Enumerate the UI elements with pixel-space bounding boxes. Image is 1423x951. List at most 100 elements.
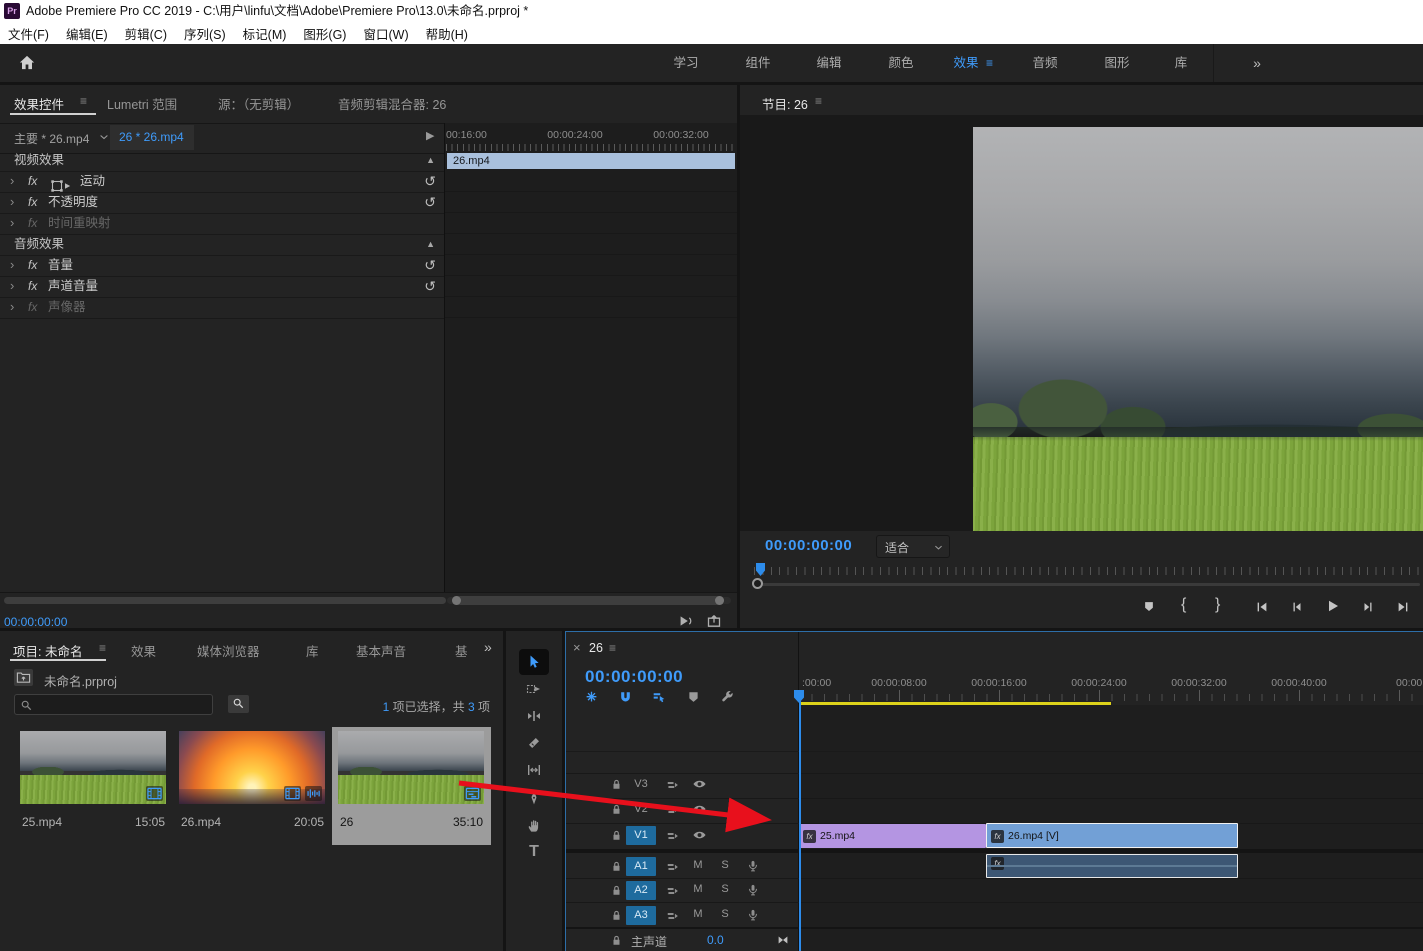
razor-tool-icon[interactable] [506, 735, 562, 751]
go-to-out-icon[interactable] [1396, 599, 1410, 614]
menu-item-window[interactable]: 窗口(W) [363, 24, 408, 43]
search-input[interactable] [37, 696, 211, 715]
lock-icon[interactable] [610, 828, 623, 842]
fx-badge-icon[interactable]: fx [28, 255, 37, 276]
lock-icon[interactable] [610, 777, 623, 791]
pen-tool-icon[interactable] [506, 791, 562, 807]
master-clip-label[interactable]: 主要 * 26.mp4 [14, 130, 89, 147]
program-scrub-handle[interactable] [752, 578, 763, 589]
play-audio-icon[interactable] [678, 613, 694, 628]
ec-playhead-timecode[interactable]: 00:00:00:00 [4, 615, 67, 628]
menu-item-markers[interactable]: 标记(M) [243, 24, 287, 43]
mute-button[interactable]: M [690, 908, 706, 920]
panel-overflow-icon[interactable]: » [484, 639, 492, 655]
menu-item-clip[interactable]: 剪辑(C) [125, 24, 167, 43]
ec-left-scrollbar[interactable] [4, 597, 446, 604]
workspace-tab-effects[interactable]: 效果 [953, 44, 978, 82]
reset-effect-icon[interactable]: ↺ [424, 276, 436, 297]
program-timecode[interactable]: 00:00:00:00 [765, 537, 852, 554]
collapse-icon[interactable]: ▲ [426, 150, 435, 171]
menu-item-help[interactable]: 帮助(H) [426, 24, 468, 43]
effect-row-channel-volume[interactable]: › fx 声道音量 ↺ [0, 276, 444, 298]
sync-lock-icon[interactable] [666, 908, 680, 923]
project-item-26mp4[interactable]: 26.mp4 20:05 [173, 727, 332, 845]
tab-libraries[interactable]: 库 [306, 641, 319, 660]
reset-effect-icon[interactable]: ↺ [424, 255, 436, 276]
ec-zoom-handle-left[interactable] [452, 596, 461, 605]
mic-voiceover-icon[interactable] [746, 882, 760, 897]
project-item-25mp4[interactable]: 25.mp4 15:05 [14, 727, 173, 845]
workspace-tab-effects-menu-icon[interactable]: ≡ [986, 44, 993, 82]
menu-item-graphics[interactable]: 图形(G) [303, 24, 346, 43]
video-effects-header[interactable]: 视频效果 ▲ [0, 150, 444, 172]
mute-button[interactable]: M [690, 883, 706, 895]
expand-icon[interactable]: › [10, 191, 14, 212]
expand-icon[interactable]: › [10, 170, 14, 191]
program-ruler-ticks[interactable] [754, 567, 1420, 575]
tab-essential-graphics-clipped[interactable]: 基 [455, 641, 468, 660]
show-timeline-icon[interactable]: ▶ [426, 129, 434, 142]
solo-button[interactable]: S [717, 883, 733, 895]
expand-icon[interactable]: › [10, 296, 14, 317]
reset-effect-icon[interactable]: ↺ [424, 192, 436, 213]
tab-program-monitor[interactable]: 节目: 26 [762, 94, 808, 113]
workspace-tab-editing[interactable]: 编辑 [816, 44, 841, 82]
timeline-clip-25mp4[interactable]: fx25.mp4 [799, 824, 986, 848]
navigate-up-icon[interactable] [14, 669, 33, 686]
expand-icon[interactable]: › [10, 275, 14, 296]
breadcrumb[interactable]: 未命名.prproj [44, 671, 117, 690]
mic-voiceover-icon[interactable] [746, 858, 760, 873]
solo-button[interactable]: S [717, 908, 733, 920]
tab-essential-sound[interactable]: 基本声音 [356, 641, 406, 660]
linked-selection-icon[interactable] [652, 690, 667, 705]
effect-row-panner[interactable]: › fx 声像器 [0, 297, 444, 319]
effect-row-volume[interactable]: › fx 音量 ↺ [0, 255, 444, 277]
step-back-icon[interactable] [1290, 599, 1304, 614]
tab-lumetri-scopes[interactable]: Lumetri 范围 [107, 94, 177, 113]
panel-menu-icon[interactable]: ≡ [80, 94, 87, 108]
effect-row-opacity[interactable]: › fx 不透明度 ↺ [0, 192, 444, 214]
ec-zoom-scrollbar-thumb[interactable] [452, 596, 724, 605]
add-marker-icon[interactable] [686, 690, 701, 705]
panel-menu-icon[interactable]: ≡ [609, 641, 616, 655]
reset-effect-icon[interactable]: ↺ [424, 171, 436, 192]
expand-icon[interactable]: › [10, 212, 14, 233]
add-marker-icon[interactable] [1142, 599, 1156, 614]
lock-icon[interactable] [610, 802, 623, 816]
chevron-down-icon[interactable] [98, 129, 110, 143]
sync-lock-icon[interactable] [666, 777, 680, 792]
track-label-a2[interactable]: A2 [626, 881, 656, 900]
track-label-v3[interactable]: V3 [626, 775, 656, 794]
mark-out-icon[interactable]: } [1215, 596, 1220, 614]
audio-effects-header[interactable]: 音频效果 ▲ [0, 234, 444, 256]
master-volume-value[interactable]: 0.0 [707, 933, 724, 947]
eye-icon[interactable] [692, 777, 707, 792]
go-to-in-icon[interactable] [1255, 599, 1269, 614]
track-label-v1[interactable]: V1 [626, 826, 656, 845]
timeline-playhead-line[interactable] [799, 701, 801, 951]
panel-menu-icon[interactable]: ≡ [815, 94, 822, 108]
fx-badge-icon[interactable]: fx [28, 276, 37, 297]
fx-badge-icon[interactable]: fx [28, 171, 37, 192]
sequence-thumbnail[interactable] [338, 731, 484, 804]
meter-icon[interactable] [776, 932, 790, 947]
program-video-frame[interactable] [973, 127, 1423, 531]
menu-item-sequence[interactable]: 序列(S) [184, 24, 226, 43]
clip-thumbnail[interactable] [20, 731, 166, 804]
timeline-settings-wrench-icon[interactable] [720, 690, 735, 705]
timeline-clip-26mp4-video[interactable]: fx26.mp4 [V] [986, 823, 1238, 848]
timeline-clip-26mp4-audio[interactable]: fx [986, 854, 1238, 878]
lock-icon[interactable] [610, 933, 623, 947]
mute-button[interactable]: M [690, 859, 706, 871]
sequence-clip-label[interactable]: 26 * 26.mp4 [119, 130, 184, 144]
tab-effects[interactable]: 效果 [131, 641, 156, 660]
eye-icon[interactable] [692, 828, 707, 843]
type-tool-icon[interactable]: T [506, 843, 562, 861]
panel-menu-icon[interactable]: ≡ [99, 641, 106, 655]
track-label-a1[interactable]: A1 [626, 857, 656, 876]
search-box[interactable] [14, 694, 213, 715]
effect-row-time-remapping[interactable]: › fx 时间重映射 [0, 213, 444, 235]
collapse-icon[interactable]: ▲ [426, 234, 435, 255]
program-scrub-track[interactable] [754, 583, 1420, 586]
ec-clip-bar[interactable]: 26.mp4 [447, 153, 735, 169]
